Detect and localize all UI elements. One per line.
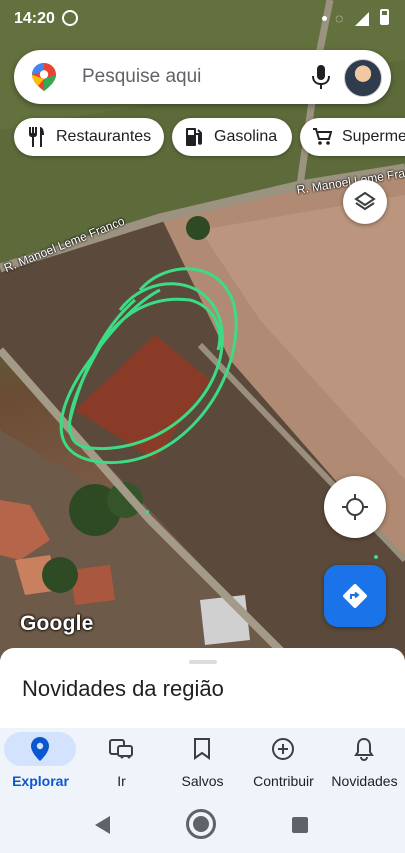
crosshair-icon [342,494,368,520]
nav-label: Novidades [331,773,398,789]
status-bar: 14:20 ◌ [0,0,405,40]
bookmark-icon [194,738,210,760]
nav-explore[interactable]: Explorar [0,728,81,800]
nav-icon-holder [85,732,157,766]
microphone-icon[interactable] [310,64,332,90]
nav-label: Ir [117,773,126,789]
nav-icon-holder [247,732,319,766]
chip-label: Supermer [342,128,405,145]
nav-contribute[interactable]: Contribuir [243,728,324,800]
chip-gas[interactable]: Gasolina [172,118,292,156]
drag-handle[interactable] [189,660,217,664]
notification-dot-icon [322,16,327,21]
chip-label: Restaurantes [56,128,152,145]
nav-label: Explorar [12,773,69,789]
account-avatar[interactable] [344,59,382,97]
search-bar[interactable]: Pesquise aqui [14,50,391,104]
nav-icon-holder [166,732,238,766]
system-navigation-bar [0,800,405,853]
shopping-cart-icon [312,127,332,147]
nav-label: Salvos [181,773,224,789]
fork-knife-icon [26,127,46,147]
add-circle-icon [272,738,294,760]
sheet-title: Novidades da região [22,676,224,701]
bell-icon [354,737,374,761]
nav-updates[interactable]: Novidades [324,728,405,800]
my-location-button[interactable] [324,476,386,538]
nav-go[interactable]: Ir [81,728,162,800]
nav-icon-holder [328,732,400,766]
whatsapp-icon [62,10,78,26]
layers-button[interactable] [343,180,387,224]
location-pin-icon [31,737,49,761]
back-icon[interactable] [95,816,110,834]
bottom-navigation: Explorar Ir Salvos Contribuir Novidades [0,728,405,800]
google-maps-pin-icon [32,63,56,91]
battery-icon [380,9,389,25]
nav-label: Contribuir [253,773,314,789]
chip-restaurants[interactable]: Restaurantes [14,118,164,156]
nav-saved[interactable]: Salvos [162,728,243,800]
recent-apps-icon[interactable] [292,817,308,833]
signal-icon [355,12,369,26]
nav-active-indicator [4,732,76,766]
bottom-sheet[interactable]: Novidades da região [0,648,405,728]
chip-supermarket[interactable]: Supermer [300,118,405,156]
layers-icon [354,191,376,211]
home-icon[interactable] [186,809,216,839]
directions-icon [343,584,367,608]
gas-station-icon [184,127,204,147]
search-input[interactable]: Pesquise aqui [82,66,201,88]
commute-icon [109,739,133,759]
status-time: 14:20 [14,10,55,27]
directions-button[interactable] [324,565,386,627]
wifi-icon: ◌ [335,10,344,26]
chip-label: Gasolina [214,128,278,145]
google-logo: Google [20,612,94,635]
